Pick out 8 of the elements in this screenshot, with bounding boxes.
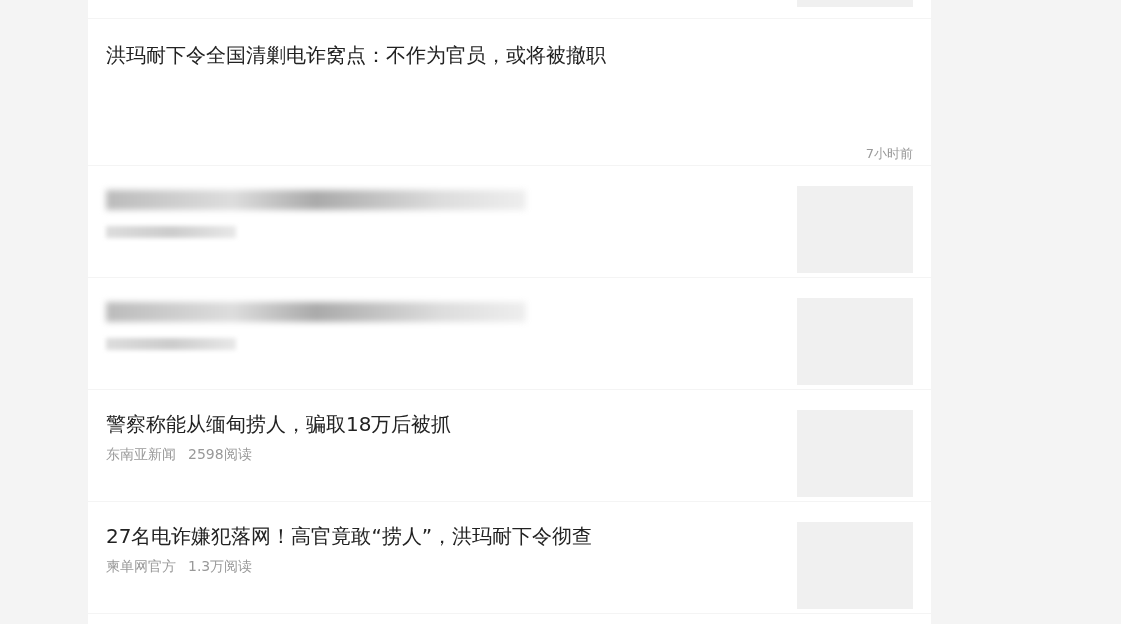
news-title[interactable]: 警察称能从缅甸捞人，骗取18万后被抓 bbox=[106, 410, 797, 438]
news-source: 柬单网官方 bbox=[106, 558, 176, 576]
timestamp: 7小时前 bbox=[864, 145, 913, 163]
read-count: 2598阅读 bbox=[188, 446, 252, 464]
news-source: 东南亚新闻 bbox=[106, 446, 176, 464]
news-title[interactable]: 洪玛耐下令全国清剿电诈窝点：不作为官员，或将被撤职 bbox=[106, 41, 913, 145]
news-title[interactable]: 27名电诈嫌犯落网！高官竟敢“捞人”，洪玛耐下令彻查 bbox=[106, 522, 797, 550]
read-count: 1.3万阅读 bbox=[188, 558, 253, 576]
